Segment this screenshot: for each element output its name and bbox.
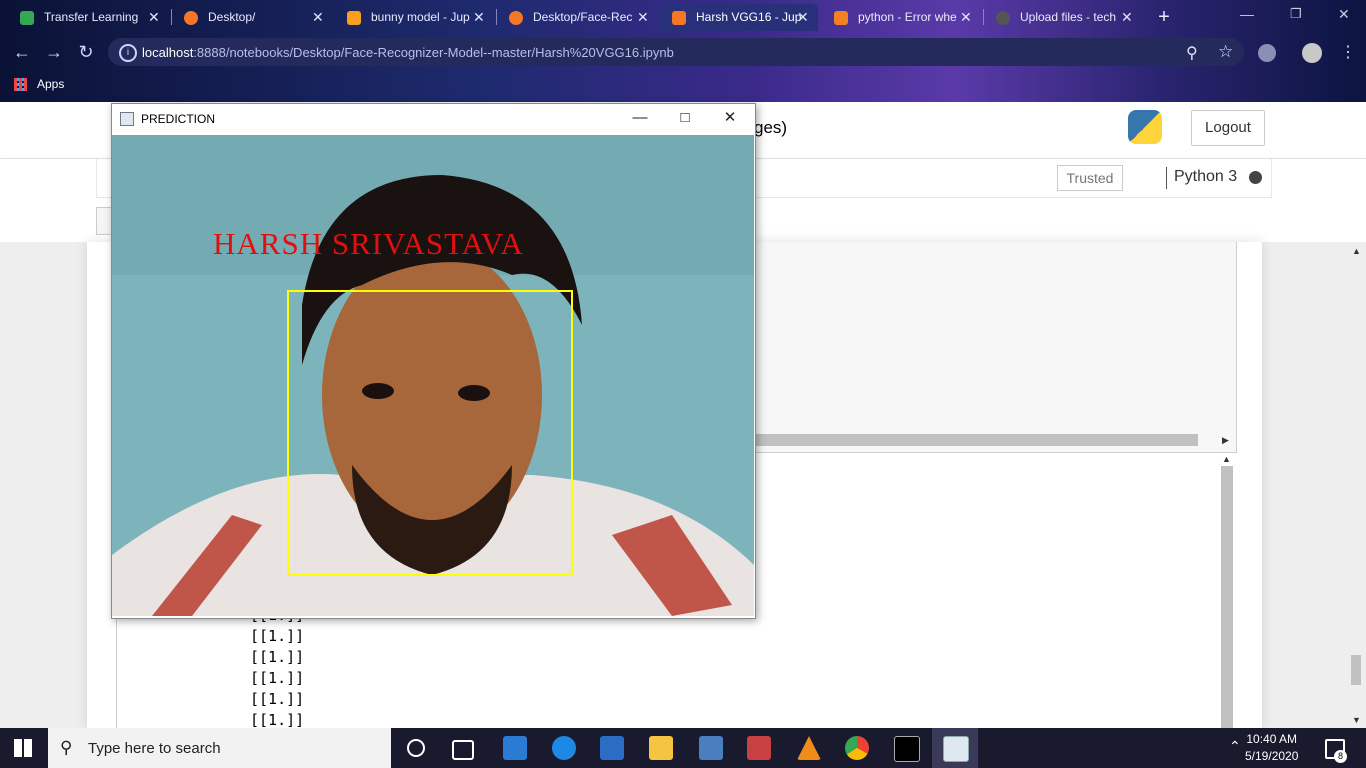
horizontal-scrollbar[interactable] bbox=[755, 434, 1198, 446]
kernel-divider bbox=[1166, 167, 1167, 189]
notification-count: 8 bbox=[1334, 750, 1347, 763]
search-icon: ⚲ bbox=[60, 738, 73, 757]
close-tab-icon[interactable]: ✕ bbox=[473, 4, 485, 31]
scroll-up-icon[interactable]: ▲ bbox=[1222, 454, 1231, 464]
kernel-status-icon bbox=[1249, 171, 1262, 184]
page-scroll-up-icon[interactable]: ▲ bbox=[1352, 246, 1361, 256]
close-tab-icon[interactable]: ✕ bbox=[1121, 4, 1133, 31]
prediction-label: HARSH SRIVASTAVA bbox=[213, 226, 524, 261]
new-tab-button[interactable]: + bbox=[1150, 4, 1178, 31]
window-close-icon[interactable]: ✕ bbox=[714, 106, 746, 130]
restore-icon[interactable]: ❐ bbox=[1290, 6, 1302, 22]
star-icon[interactable]: ☆ bbox=[1218, 42, 1233, 62]
url-host: localhost bbox=[142, 45, 194, 60]
drive-icon bbox=[20, 11, 34, 25]
apps-bookmark[interactable]: Apps bbox=[37, 77, 64, 91]
clock-time: 10:40 AM bbox=[1246, 732, 1298, 746]
menu-icon[interactable]: ⋮ bbox=[1340, 42, 1356, 62]
url-text[interactable]: localhost:8888/notebooks/Desktop/Face-Re… bbox=[142, 45, 674, 60]
close-window-icon[interactable]: ✕ bbox=[1338, 6, 1350, 23]
tray-chevron-icon[interactable]: ⌃ bbox=[1229, 738, 1241, 755]
reload-icon[interactable]: ↻ bbox=[74, 40, 98, 64]
search-placeholder[interactable]: Type here to search bbox=[88, 740, 221, 757]
chrome-icon[interactable] bbox=[845, 736, 869, 760]
desktop-app-icon[interactable] bbox=[699, 736, 723, 760]
output-line: [[1.]] bbox=[250, 690, 305, 708]
mail-icon[interactable] bbox=[503, 736, 527, 760]
clock-date: 5/19/2020 bbox=[1245, 749, 1299, 763]
tab-desktop[interactable]: Desktop/ ✕ bbox=[172, 4, 332, 31]
minimize-icon[interactable]: — bbox=[1240, 6, 1254, 22]
scroll-right-icon[interactable]: ▶ bbox=[1222, 435, 1229, 446]
tab-python-error[interactable]: python - Error whe ✕ bbox=[822, 4, 982, 31]
python-logo-icon bbox=[1128, 110, 1162, 144]
window-maximize-icon[interactable]: □ bbox=[669, 106, 701, 130]
forward-icon[interactable]: → bbox=[42, 40, 66, 64]
apps-icon[interactable] bbox=[14, 78, 27, 91]
notebook-title-fragment[interactable]: ges) bbox=[754, 118, 787, 138]
close-tab-icon[interactable]: ✕ bbox=[960, 4, 972, 31]
cortana-icon[interactable] bbox=[407, 739, 425, 757]
tab-harsh-vgg16[interactable]: Harsh VGG16 - Jup ✕ bbox=[660, 4, 818, 31]
output-line: [[1.]] bbox=[250, 648, 305, 666]
prediction-window-taskbar-icon[interactable] bbox=[943, 736, 969, 762]
trusted-indicator[interactable]: Trusted bbox=[1057, 165, 1123, 191]
window-app-icon bbox=[120, 112, 134, 126]
tab-face-rec[interactable]: Desktop/Face-Rec ✕ bbox=[497, 4, 657, 31]
page-scroll-down-icon[interactable]: ▼ bbox=[1352, 715, 1361, 725]
stackoverflow-icon bbox=[834, 11, 848, 25]
taskbar-clock[interactable]: 10:40 AM 5/19/2020 bbox=[1245, 731, 1298, 765]
file-explorer-icon[interactable] bbox=[649, 736, 673, 760]
tab-upload-files[interactable]: Upload files - tech ✕ bbox=[984, 4, 1144, 31]
zoom-icon[interactable]: ⚲ bbox=[1186, 43, 1198, 63]
close-tab-icon[interactable]: ✕ bbox=[797, 4, 809, 31]
github-icon bbox=[996, 11, 1010, 25]
output-line: [[1.]] bbox=[250, 627, 305, 645]
pdf-app-icon[interactable] bbox=[747, 736, 771, 760]
jupyter-icon bbox=[509, 11, 523, 25]
info-icon[interactable]: i bbox=[119, 44, 137, 62]
kernel-name[interactable]: Python 3 bbox=[1174, 168, 1237, 186]
face-bounding-box bbox=[287, 290, 573, 576]
hourglass-icon bbox=[672, 11, 686, 25]
terminal-icon[interactable] bbox=[894, 736, 920, 762]
task-view-icon[interactable] bbox=[452, 740, 474, 760]
tab-bunny-model[interactable]: bunny model - Jup ✕ bbox=[335, 4, 495, 31]
store-icon[interactable] bbox=[600, 736, 624, 760]
profile-avatar[interactable] bbox=[1302, 43, 1322, 63]
back-icon[interactable]: ← bbox=[10, 40, 34, 64]
notebook-icon bbox=[347, 11, 361, 25]
jupyter-icon bbox=[184, 11, 198, 25]
url-path: :8888/notebooks/Desktop/Face-Recognizer-… bbox=[193, 45, 674, 60]
edge-icon[interactable] bbox=[552, 736, 576, 760]
windows-start-icon[interactable] bbox=[14, 739, 32, 757]
logout-button[interactable]: Logout bbox=[1191, 110, 1265, 146]
output-line: [[1.]] bbox=[250, 669, 305, 687]
vertical-scrollbar[interactable] bbox=[1221, 466, 1233, 728]
tab-transfer-learning[interactable]: Transfer Learning ✕ bbox=[8, 4, 168, 31]
prediction-window-title: PREDICTION bbox=[141, 112, 216, 126]
page-scrollbar[interactable] bbox=[1351, 655, 1361, 685]
extension-icon[interactable] bbox=[1258, 44, 1276, 62]
close-tab-icon[interactable]: ✕ bbox=[637, 4, 649, 31]
window-minimize-icon[interactable]: — bbox=[624, 106, 656, 130]
output-line: [[1.]] bbox=[250, 711, 305, 729]
close-tab-icon[interactable]: ✕ bbox=[312, 4, 324, 31]
close-tab-icon[interactable]: ✕ bbox=[148, 4, 160, 31]
